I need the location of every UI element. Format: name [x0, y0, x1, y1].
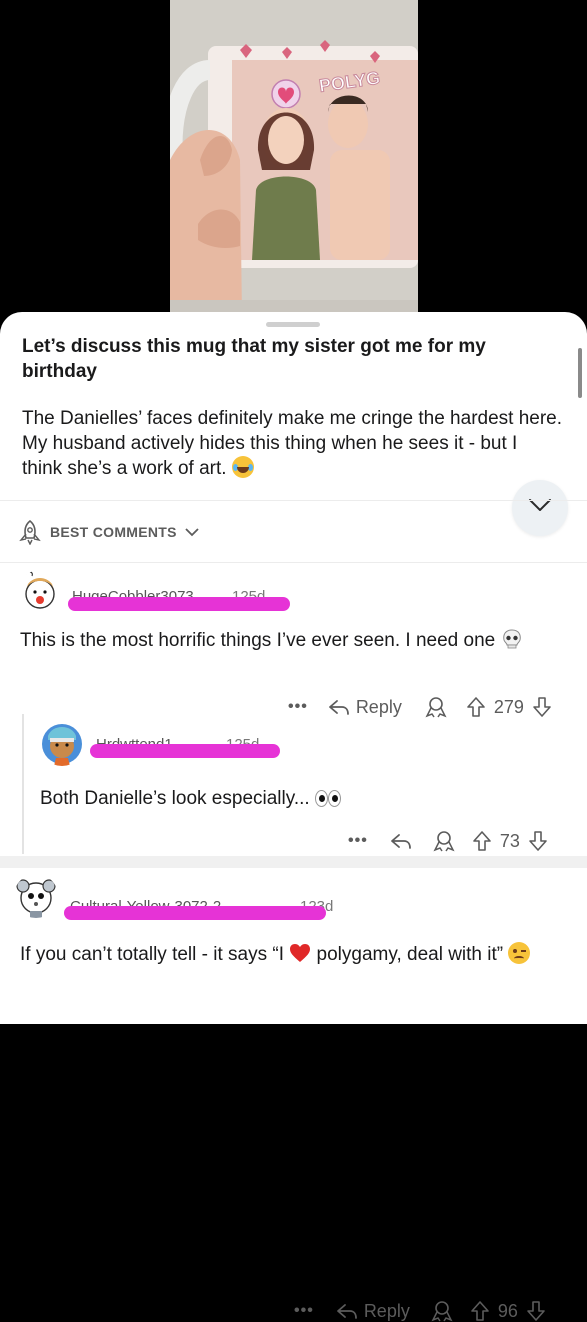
more-icon[interactable]: ••• — [348, 832, 368, 850]
downvote-icon[interactable] — [526, 1300, 546, 1322]
comment-body-start: If you can’t totally tell - it says “I — [20, 944, 284, 965]
reply-button[interactable]: Reply — [328, 697, 402, 718]
reply-label: Reply — [355, 696, 402, 717]
vote-score: 73 — [499, 830, 520, 851]
post-body: The Danielles’ faces definitely make me … — [22, 406, 562, 481]
reply-icon — [328, 700, 349, 715]
chevron-down-icon — [185, 528, 199, 537]
comment-body: This is the most horrific things I’ve ev… — [20, 630, 496, 651]
vote-score: 96 — [497, 1300, 518, 1321]
downvote-icon[interactable] — [528, 830, 548, 852]
comment-actions: ••• Reply 279 — [288, 696, 552, 718]
more-icon[interactable]: ••• — [288, 698, 308, 716]
username-redaction — [64, 906, 326, 920]
award-icon[interactable] — [432, 830, 456, 852]
award-icon[interactable] — [424, 696, 448, 718]
post-sheet: Let’s discuss this mug that my sister go… — [0, 312, 587, 1322]
avatar[interactable] — [40, 722, 84, 766]
comment-body-end: polygamy, deal with it” — [316, 944, 504, 965]
upvote-icon[interactable] — [470, 1300, 490, 1322]
vote-score: 279 — [493, 696, 524, 717]
post-media[interactable]: POLYG — [0, 0, 587, 340]
divider — [0, 500, 587, 501]
reply-label: Reply — [363, 1300, 410, 1321]
avatar[interactable] — [18, 570, 62, 614]
reply-icon[interactable] — [390, 832, 412, 850]
eyes-emoji-icon — [314, 790, 341, 807]
upvote-icon[interactable] — [466, 696, 486, 718]
heart-emoji-icon — [290, 944, 311, 962]
comment-body: Both Danielle’s look especially... — [40, 788, 310, 809]
comment-text: Both Danielle’s look especially... — [40, 786, 560, 812]
woozy-emoji-icon — [508, 942, 531, 964]
post-title: Let’s discuss this mug that my sister go… — [22, 336, 486, 382]
drag-handle[interactable] — [266, 322, 320, 327]
post-body-text: The Danielles’ faces definitely make me … — [22, 408, 563, 479]
comment-text: If you can’t totally tell - it says “I p… — [20, 942, 560, 968]
comment-actions: ••• Reply 96 — [294, 1300, 546, 1322]
avatar[interactable] — [14, 874, 58, 918]
comment-text: This is the most horrific things I’ve ev… — [20, 628, 565, 654]
divider — [0, 562, 587, 563]
laughing-emoji-icon — [231, 456, 254, 478]
downvote-icon[interactable] — [532, 696, 552, 718]
section-separator — [0, 856, 587, 868]
username-redaction — [68, 597, 290, 611]
rocket-icon — [19, 519, 41, 545]
comment-actions: ••• 73 — [348, 830, 548, 852]
mug-photo: POLYG — [170, 0, 418, 318]
sort-label: BEST COMMENTS — [50, 524, 177, 540]
more-icon[interactable]: ••• — [294, 1302, 314, 1320]
collapse-button[interactable] — [512, 480, 568, 536]
reply-icon — [336, 1304, 357, 1319]
username-redaction — [90, 744, 280, 758]
sort-selector[interactable]: BEST COMMENTS — [18, 518, 199, 546]
reply-button[interactable]: Reply — [336, 1301, 410, 1322]
thread-line[interactable] — [22, 714, 24, 854]
skull-emoji-icon — [502, 629, 521, 649]
award-icon[interactable] — [430, 1300, 454, 1322]
upvote-icon[interactable] — [472, 830, 492, 852]
scrollbar[interactable] — [578, 348, 582, 398]
